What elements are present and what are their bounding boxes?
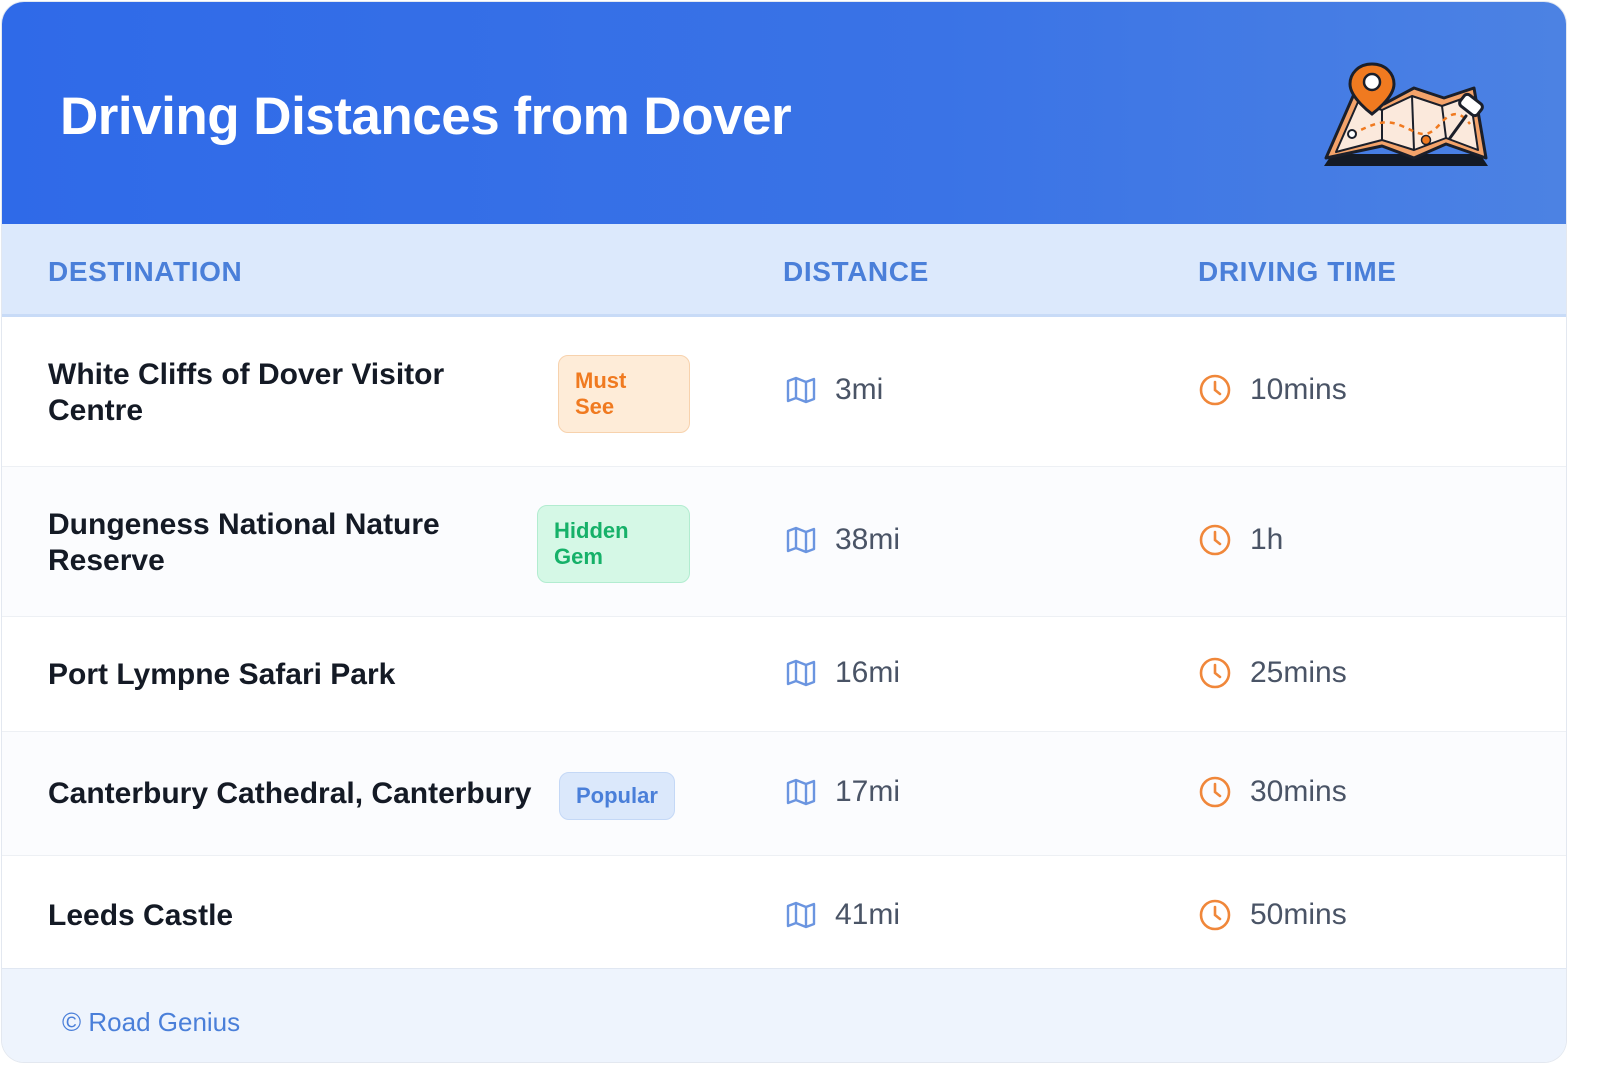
- distance-cell: 16mi: [785, 656, 900, 690]
- table-row[interactable]: Dungeness National Nature Reserve Hidden…: [2, 467, 1566, 617]
- table-header: DESTINATION DISTANCE DRIVING TIME: [2, 224, 1566, 317]
- destination-name: Port Lympne Safari Park: [48, 658, 396, 691]
- driving-time-cell: 1h: [1198, 523, 1283, 557]
- driving-time-cell: 30mins: [1198, 775, 1347, 809]
- distance-cell: 17mi: [785, 775, 900, 809]
- popular-badge: Popular: [559, 772, 675, 820]
- map-icon: [786, 526, 816, 554]
- table-row[interactable]: Canterbury Cathedral, Canterbury Popular…: [2, 732, 1566, 856]
- driving-time-cell: 25mins: [1198, 656, 1347, 690]
- clock-icon: [1199, 524, 1231, 556]
- column-header-driving-time[interactable]: DRIVING TIME: [1198, 256, 1397, 288]
- column-header-distance[interactable]: DISTANCE: [783, 256, 929, 288]
- hidden-gem-badge: Hidden Gem: [537, 505, 690, 583]
- map-icon: [786, 901, 816, 929]
- distance-cell: 3mi: [785, 373, 883, 407]
- must-see-badge: Must See: [558, 355, 690, 433]
- footer: © Road Genius: [2, 968, 1566, 1062]
- destination-name: White Cliffs of Dover Visitor Centre: [48, 358, 445, 427]
- destination-name: Leeds Castle: [48, 899, 234, 932]
- destination-name: Dungeness National Nature Reserve: [48, 508, 440, 577]
- map-icon: [786, 659, 816, 687]
- clock-icon: [1199, 374, 1231, 406]
- table-row[interactable]: White Cliffs of Dover Visitor Centre Mus…: [2, 317, 1566, 467]
- map-pin-illustration: [1324, 62, 1488, 166]
- distance-cell: 41mi: [785, 898, 900, 932]
- map-icon: [786, 778, 816, 806]
- clock-icon: [1199, 899, 1231, 931]
- distance-cell: 38mi: [785, 523, 900, 557]
- table-row[interactable]: Leeds Castle 41mi 50mins: [2, 856, 1566, 968]
- footer-credit[interactable]: © Road Genius: [62, 1007, 240, 1038]
- column-header-destination[interactable]: DESTINATION: [48, 256, 242, 288]
- clock-icon: [1199, 657, 1231, 689]
- table-row[interactable]: Port Lympne Safari Park 16mi 25mins: [2, 617, 1566, 732]
- destination-name: Canterbury Cathedral, Canterbury: [48, 777, 532, 810]
- distance-card: Driving Distances from Dover DESTINATION…: [2, 2, 1566, 1062]
- driving-time-cell: 50mins: [1198, 898, 1347, 932]
- header-banner: Driving Distances from Dover: [2, 2, 1566, 224]
- page-title: Driving Distances from Dover: [60, 87, 792, 146]
- map-icon: [786, 376, 816, 404]
- clock-icon: [1199, 776, 1231, 808]
- driving-time-cell: 10mins: [1198, 373, 1347, 407]
